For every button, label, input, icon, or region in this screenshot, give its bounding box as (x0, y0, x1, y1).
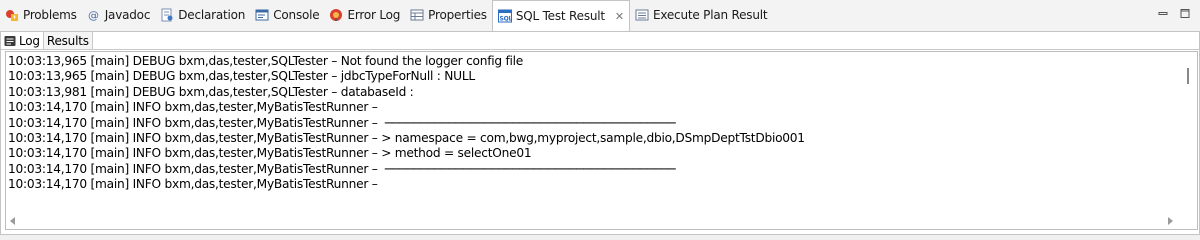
log-lines: 10:03:13,965 [main] DEBUG bxm,das,tester… (8, 54, 805, 193)
scroll-right-icon[interactable] (1168, 217, 1173, 225)
sql-icon: SQL (497, 9, 513, 23)
log-line: 10:03:14,170 [main] INFO bxm,das,tester,… (8, 161, 676, 176)
tab-error-log[interactable]: Error Log (324, 0, 405, 30)
tab-label: Problems (23, 8, 77, 22)
tab-label: Error Log (347, 8, 401, 22)
svg-text:@: @ (88, 9, 99, 22)
properties-icon (410, 8, 424, 22)
subtab-log[interactable]: Log (1, 32, 44, 49)
tab-console[interactable]: Console (250, 0, 324, 30)
tab-label: Declaration (178, 8, 246, 22)
tab-label: Console (273, 8, 320, 22)
scroll-left-icon[interactable] (10, 217, 15, 225)
tab-execute-plan-result[interactable]: Execute Plan Result (630, 0, 772, 30)
tab-label: Javadoc (104, 8, 151, 22)
tab-javadoc[interactable]: @ Javadoc (82, 0, 156, 30)
view-controls (1158, 7, 1190, 18)
tab-problems[interactable]: Problems (0, 0, 82, 30)
view-tab-bar: Problems @ Javadoc Declaration Console E… (0, 0, 1200, 31)
log-output[interactable]: 10:03:13,965 [main] DEBUG bxm,das,tester… (5, 51, 1198, 230)
vertical-scrollbar[interactable] (1180, 52, 1197, 212)
scrollbar-thumb[interactable] (1187, 68, 1189, 84)
log-line: 10:03:14,170 [main] INFO bxm,das,tester,… (8, 115, 676, 130)
javadoc-icon: @ (87, 8, 101, 22)
declaration-icon (160, 8, 174, 22)
subtab-label: Results (46, 33, 89, 48)
log-line: 10:03:14,170 [main] INFO bxm,das,tester,… (8, 130, 805, 145)
maximize-icon[interactable] (1180, 7, 1190, 18)
tab-label: Execute Plan Result (652, 8, 768, 22)
execute-plan-icon (635, 8, 649, 22)
log-line: 10:03:13,965 [main] DEBUG bxm,das,tester… (8, 54, 524, 68)
sql-test-result-panel: Log Results 10:03:13,965 [main] DEBUG bx… (0, 31, 1200, 235)
log-icon (4, 35, 16, 47)
subtab-label: Log (19, 33, 40, 48)
error-log-icon (329, 8, 343, 22)
console-icon (255, 8, 269, 22)
log-line: 10:03:14,170 [main] INFO bxm,das,tester,… (8, 100, 378, 115)
log-line: 10:03:13,981 [main] DEBUG bxm,das,tester… (8, 84, 414, 99)
svg-text:SQL: SQL (499, 16, 512, 23)
horizontal-scrollbar[interactable] (6, 213, 1197, 229)
minimize-icon[interactable] (1158, 7, 1168, 16)
log-line: 10:03:14,170 [main] INFO bxm,das,tester,… (8, 177, 378, 192)
tab-declaration[interactable]: Declaration (155, 0, 250, 30)
close-icon[interactable]: ✕ (615, 10, 624, 23)
tab-properties[interactable]: Properties (405, 0, 492, 30)
tab-label: SQL Test Result (515, 9, 605, 23)
log-line: 10:03:13,965 [main] DEBUG bxm,das,tester… (8, 69, 475, 84)
tab-sql-test-result[interactable]: SQL SQL Test Result ✕ (491, 0, 630, 31)
problems-icon (5, 8, 19, 22)
result-subtabs: Log Results (1, 32, 1199, 50)
tab-label: Properties (428, 8, 487, 22)
subtab-results[interactable]: Results (43, 32, 93, 49)
log-line: 10:03:14,170 [main] INFO bxm,das,tester,… (8, 146, 532, 161)
